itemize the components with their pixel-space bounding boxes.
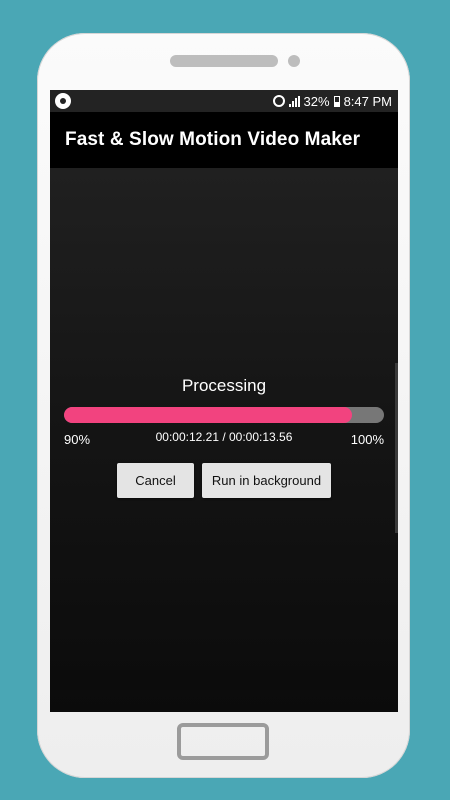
processing-panel: Processing 90% 00:00:12.21 / 00:00:13.56… <box>50 168 398 712</box>
progress-bar <box>64 407 384 423</box>
status-time: 8:47 PM <box>343 93 392 109</box>
battery-icon <box>333 95 340 107</box>
cancel-button[interactable]: Cancel <box>117 463 194 498</box>
film-reel-icon <box>55 93 71 109</box>
elapsed-time: 00:00:12.21 / 00:00:13.56 <box>155 430 293 444</box>
screen: 32% 8:47 PM Fast & Slow Motion Video Mak… <box>50 90 398 712</box>
app-toolbar: Fast & Slow Motion Video Maker <box>50 112 398 168</box>
processing-label: Processing <box>181 376 267 395</box>
alarm-clock-icon <box>272 95 285 107</box>
progress-max-percent: 100% <box>350 432 384 447</box>
status-bar: 32% 8:47 PM <box>50 90 398 112</box>
app-title: Fast & Slow Motion Video Maker <box>65 129 361 150</box>
phone-speaker <box>170 55 278 67</box>
phone-camera <box>288 55 300 67</box>
progress-bar-fill <box>64 407 352 423</box>
battery-percent: 32% <box>303 93 330 109</box>
status-indicators: 32% 8:47 PM <box>272 90 392 112</box>
run-in-background-button[interactable]: Run in background <box>202 463 331 498</box>
signal-icon <box>288 95 300 107</box>
home-button[interactable] <box>177 723 269 760</box>
